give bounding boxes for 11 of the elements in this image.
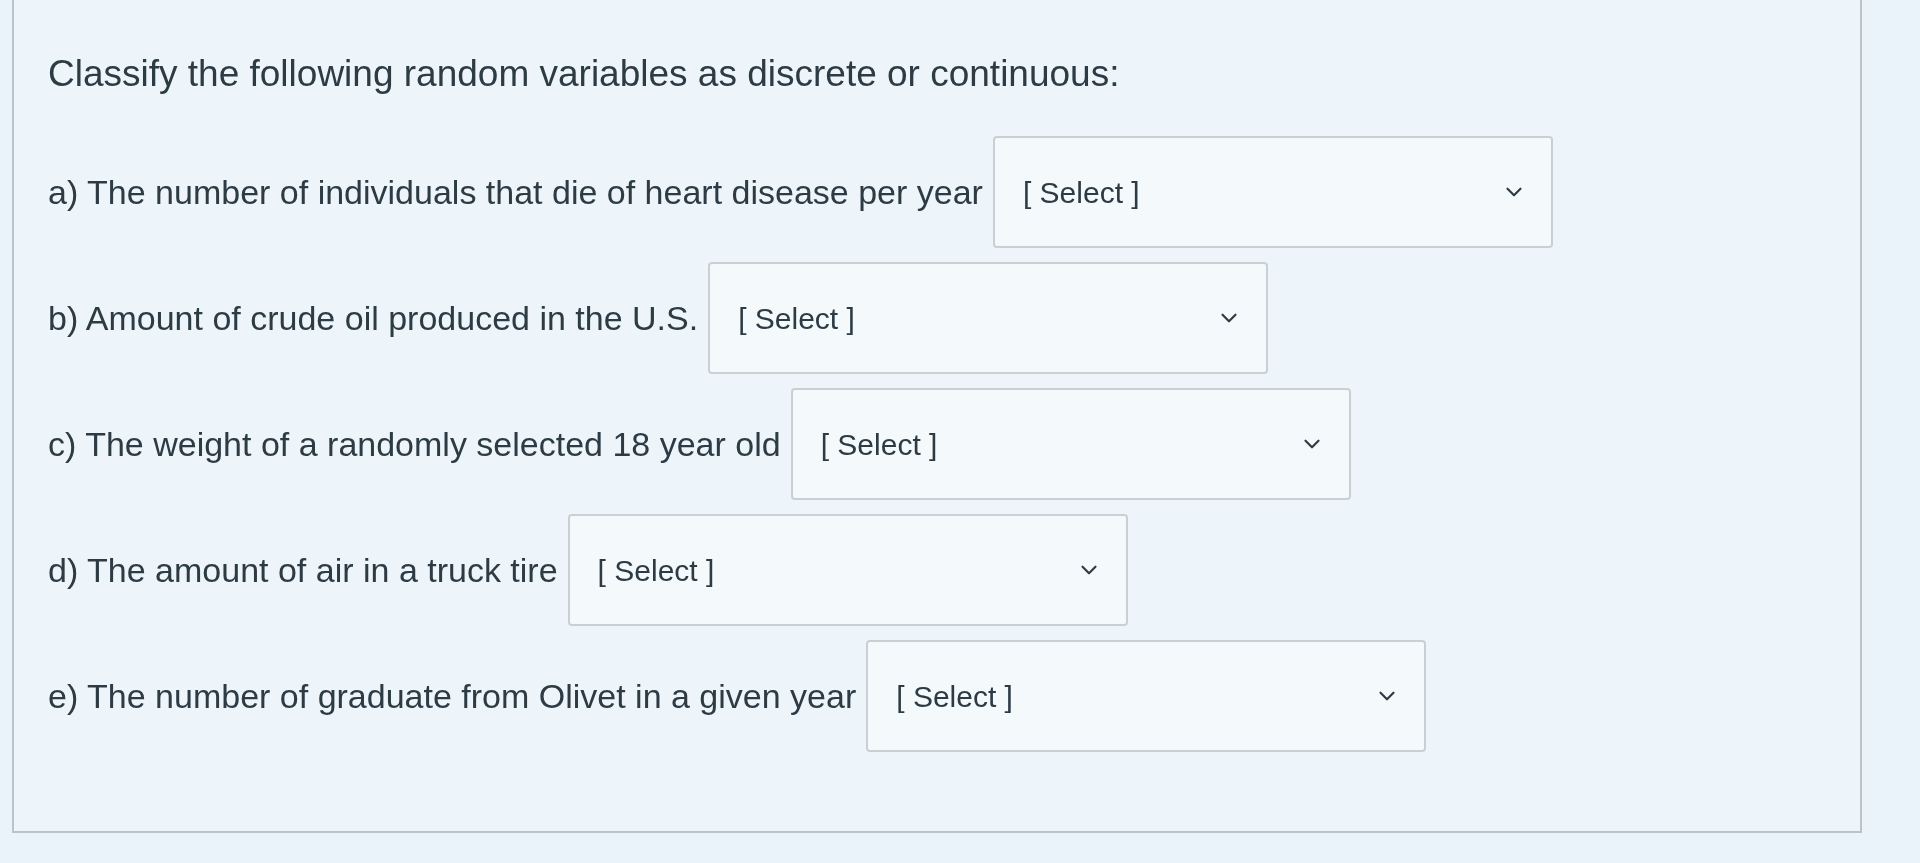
item-label: b) Amount of crude oil produced in the U.S.	[48, 298, 699, 339]
answer-dropdown[interactable]: [ Select ]	[567, 514, 1128, 626]
item-label: d) The amount of air in a truck tire	[48, 550, 558, 591]
answer-dropdown[interactable]: [ Select ]	[790, 388, 1351, 500]
item-label: a) The number of individuals that die of heart disease per year	[48, 172, 983, 213]
question-prompt: Classify the following random variables as discrete or continuous:	[48, 52, 1120, 96]
answer-dropdown[interactable]: [ Select ]	[866, 640, 1427, 752]
item-label: c) The weight of a randomly selected 18 year old	[48, 424, 781, 465]
item-label: e) The number of graduate from Olivet in a given year	[48, 676, 857, 717]
answer-dropdown[interactable]: [ Select ]	[708, 262, 1269, 374]
answer-dropdown[interactable]: [ Select ]	[992, 136, 1553, 248]
